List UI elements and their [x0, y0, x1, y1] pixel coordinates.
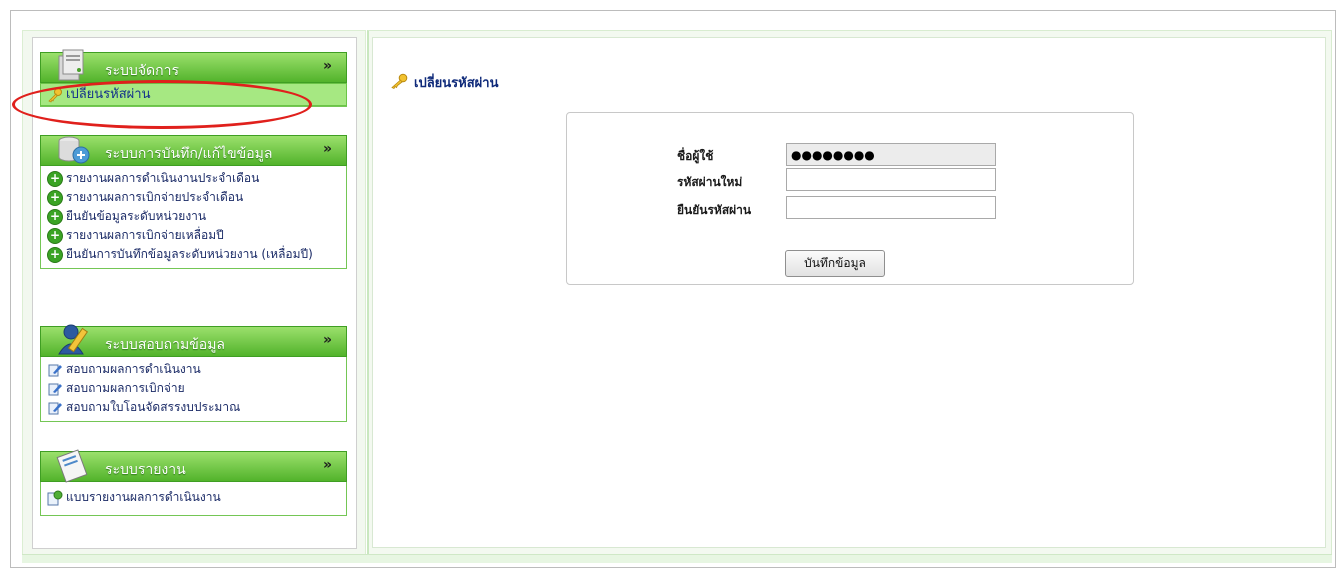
- sidebar-item-label: สอบถามผลการดำเนินงาน: [66, 362, 201, 376]
- panel-header-query[interactable]: ระบบสอบถามข้อมูล »: [40, 324, 347, 357]
- plus-circle-icon: +: [47, 171, 63, 187]
- new-password-label: รหัสผ่านใหม่: [677, 175, 743, 189]
- key-icon: [390, 73, 408, 93]
- panel-header-management[interactable]: ระบบจัดการ »: [40, 49, 347, 83]
- collapse-icon[interactable]: »: [323, 141, 332, 157]
- panel-body-management: เปลี่ยนรหัสผ่าน: [40, 83, 347, 107]
- username-field: [786, 143, 996, 166]
- sidebar-item-query-disbursement[interactable]: สอบถามผลการเบิกจ่าย: [41, 379, 346, 398]
- panel-data-entry: ระบบการบันทึก/แก้ไขข้อมูล » + รายงานผลกา…: [40, 135, 347, 269]
- sidebar-item-label: รายงานผลการเบิกจ่ายเหลื่อมปี: [66, 228, 224, 242]
- panel-title: ระบบสอบถามข้อมูล: [105, 337, 226, 353]
- confirm-password-label: ยืนยันรหัสผ่าน: [677, 203, 752, 217]
- collapse-icon[interactable]: »: [323, 58, 332, 74]
- sidebar-item-monthly-disbursement[interactable]: + รายงานผลการเบิกจ่ายประจำเดือน: [41, 188, 346, 207]
- server-icon: [51, 46, 95, 84]
- confirm-password-field[interactable]: [786, 196, 996, 219]
- report-icon: [51, 445, 95, 483]
- panel-body-query: สอบถามผลการดำเนินงาน สอบถามผลการเบิกจ่าย…: [40, 357, 347, 422]
- sidebar-item-label: รายงานผลการเบิกจ่ายประจำเดือน: [66, 190, 244, 204]
- new-password-field[interactable]: [786, 168, 996, 191]
- collapse-icon[interactable]: »: [323, 332, 332, 348]
- sidebar-item-query-budget-transfer[interactable]: สอบถามใบโอนจัดสรรงบประมาณ: [41, 398, 346, 417]
- panel-body-reports: แบบรายงานผลการดำเนินงาน: [40, 482, 347, 516]
- sidebar-item-label: ยืนยันข้อมูลระดับหน่วยงาน: [66, 209, 207, 223]
- edit-icon: [47, 362, 63, 378]
- panel-header-data-entry[interactable]: ระบบการบันทึก/แก้ไขข้อมูล »: [40, 135, 347, 166]
- sidebar-item-label: เปลี่ยนรหัสผ่าน: [66, 87, 151, 102]
- sidebar-item-label: แบบรายงานผลการดำเนินงาน: [66, 490, 221, 504]
- plus-circle-icon: +: [47, 228, 63, 244]
- save-button[interactable]: บันทึกข้อมูล: [785, 250, 885, 277]
- panel-management: ระบบจัดการ » เปลี่ยนรหัสผ่าน: [40, 49, 347, 107]
- panel-title: ระบบการบันทึก/แก้ไขข้อมูล: [105, 146, 273, 162]
- database-edit-icon: [51, 129, 95, 167]
- sidebar-item-label: สอบถามผลการเบิกจ่าย: [66, 381, 185, 395]
- edit-icon: [47, 400, 63, 416]
- panel-title: ระบบรายงาน: [105, 462, 186, 478]
- plus-circle-icon: +: [47, 190, 63, 206]
- sidebar-item-monthly-performance[interactable]: + รายงานผลการดำเนินงานประจำเดือน: [41, 169, 346, 188]
- page-title: เปลี่ยนรหัสผ่าน: [390, 72, 498, 93]
- panel-header-reports[interactable]: ระบบรายงาน »: [40, 449, 347, 483]
- report-refresh-icon: [47, 490, 63, 506]
- sidebar-item-change-password[interactable]: เปลี่ยนรหัสผ่าน: [40, 83, 347, 106]
- plus-circle-icon: +: [47, 247, 63, 263]
- plus-circle-icon: +: [47, 209, 63, 225]
- user-query-icon: [51, 320, 95, 358]
- key-icon: [47, 87, 63, 103]
- panel-reports: ระบบรายงาน » แบบรายงานผลการดำเนินงาน: [40, 449, 347, 516]
- sidebar-item-carryover-disbursement[interactable]: + รายงานผลการเบิกจ่ายเหลื่อมปี: [41, 226, 346, 245]
- sidebar-item-label: สอบถามใบโอนจัดสรรงบประมาณ: [66, 400, 241, 414]
- sidebar-item-query-performance[interactable]: สอบถามผลการดำเนินงาน: [41, 360, 346, 379]
- sidebar-item-label: ยืนยันการบันทึกข้อมูลระดับหน่วยงาน (เหลื…: [66, 247, 313, 261]
- sidebar-item-label: รายงานผลการดำเนินงานประจำเดือน: [66, 171, 260, 185]
- footer-strip: [22, 554, 1332, 563]
- collapse-icon[interactable]: »: [323, 457, 332, 473]
- username-label: ชื่อผู้ใช้: [677, 149, 714, 163]
- panel-body-data-entry: + รายงานผลการดำเนินงานประจำเดือน + รายงา…: [40, 166, 347, 269]
- page-title-text: เปลี่ยนรหัสผ่าน: [414, 76, 499, 91]
- edit-icon: [47, 381, 63, 397]
- panel-query: ระบบสอบถามข้อมูล » สอบถามผลการดำเนินงาน …: [40, 324, 347, 422]
- panel-title: ระบบจัดการ: [105, 63, 179, 79]
- sidebar-item-performance-report[interactable]: แบบรายงานผลการดำเนินงาน: [41, 488, 346, 507]
- sidebar-item-confirm-carryover[interactable]: + ยืนยันการบันทึกข้อมูลระดับหน่วยงาน (เห…: [41, 245, 346, 264]
- sidebar-item-confirm-unit-data[interactable]: + ยืนยันข้อมูลระดับหน่วยงาน: [41, 207, 346, 226]
